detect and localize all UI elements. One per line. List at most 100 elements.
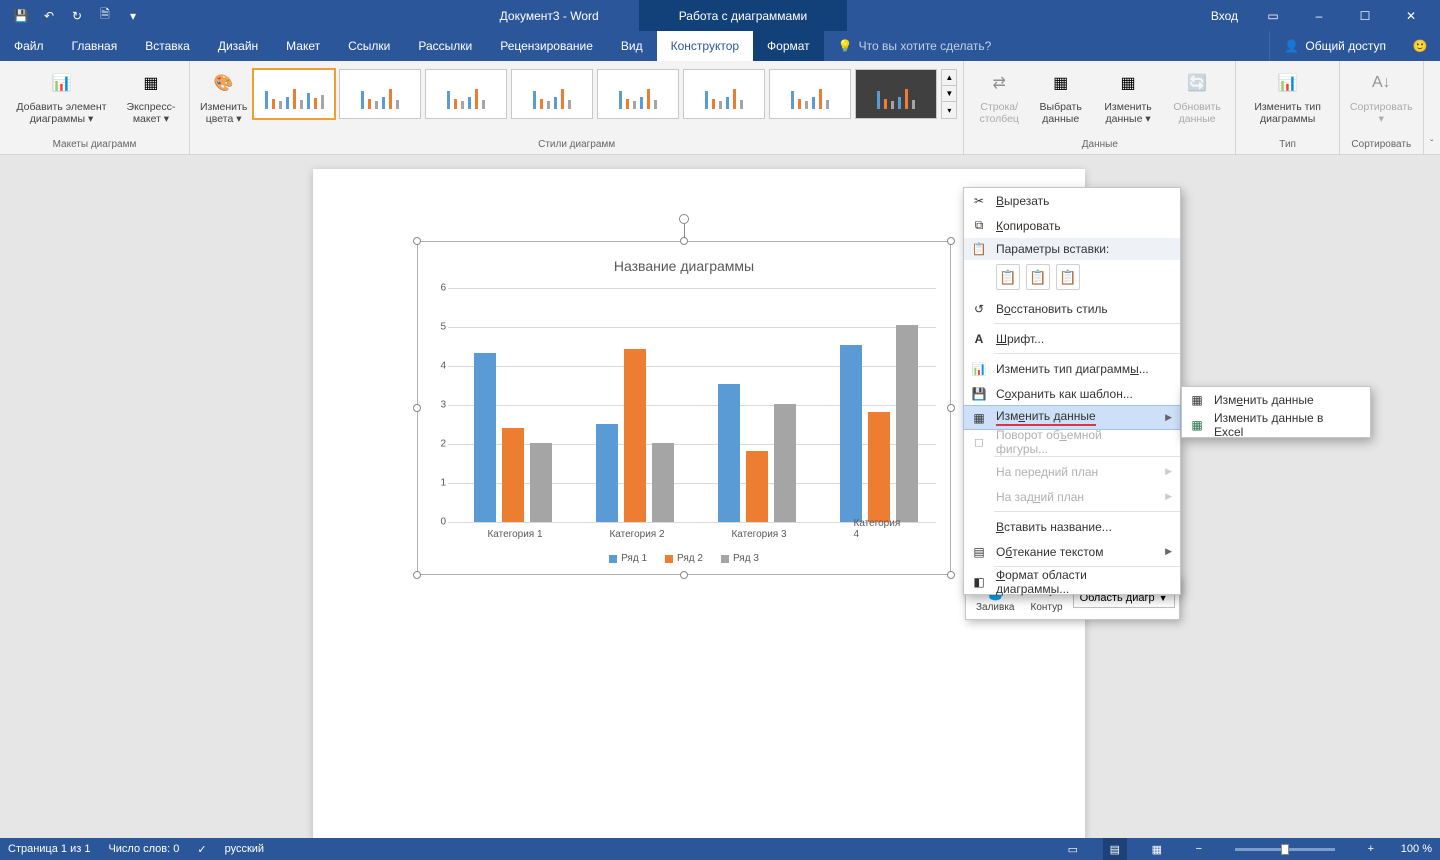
ctx-copy[interactable]: ⧉Копировать [964,213,1180,238]
chart-style-5[interactable] [597,69,679,119]
tab-constructor[interactable]: Конструктор [657,31,753,61]
legend-item[interactable]: Ряд 3 [721,553,759,564]
swap-row-column-button[interactable]: ⇄ Строка/столбец [970,65,1028,127]
maximize-icon[interactable]: ☐ [1344,0,1386,31]
change-colors-button[interactable]: 🎨 Изменить цвета ▾ [196,65,251,127]
bar[interactable] [530,443,552,522]
tab-home[interactable]: Главная [58,31,132,61]
bar[interactable] [596,424,618,522]
save-icon[interactable]: 💾 [8,4,34,28]
tab-format[interactable]: Формат [753,31,824,61]
category-group[interactable] [474,353,552,522]
bar[interactable] [474,353,496,522]
bar[interactable] [624,349,646,522]
ctx-font[interactable]: AШрифт... [964,326,1180,351]
chart-style-4[interactable] [511,69,593,119]
minimize-icon[interactable]: – [1298,0,1340,31]
tab-layout[interactable]: Макет [272,31,334,61]
rotation-handle[interactable] [679,214,689,224]
bar[interactable] [652,443,674,522]
zoom-slider[interactable] [1235,848,1335,851]
read-mode-icon[interactable]: ▭ [1061,838,1085,860]
paste-option-1[interactable]: 📋 [996,264,1020,290]
tab-view[interactable]: Вид [607,31,657,61]
redo-icon[interactable]: ↻ [64,4,90,28]
refresh-data-button[interactable]: 🔄 Обновить данные [1165,65,1229,127]
chart-style-2[interactable] [339,69,421,119]
change-chart-type-button[interactable]: 📊 Изменить тип диаграммы [1242,65,1333,127]
chart-style-3[interactable] [425,69,507,119]
resize-handle-tr[interactable] [947,237,955,245]
category-group[interactable] [840,325,918,522]
chart-title[interactable]: Название диаграммы [418,242,950,282]
legend-item[interactable]: Ряд 1 [609,553,647,564]
chart-style-8[interactable] [855,69,937,119]
category-group[interactable] [718,384,796,522]
tab-file[interactable]: Файл [0,31,58,61]
resize-handle-bl[interactable] [413,571,421,579]
tab-mailings[interactable]: Рассылки [404,31,486,61]
zoom-thumb[interactable] [1281,844,1289,855]
bars-area[interactable]: Категория 1Категория 2Категория 3Категор… [448,288,936,522]
tell-me-search[interactable]: 💡 Что вы хотите сделать? [824,31,1270,61]
resize-handle-tl[interactable] [413,237,421,245]
resize-handle-b[interactable] [680,571,688,579]
resize-handle-r[interactable] [947,404,955,412]
paste-option-3[interactable]: 📋 [1056,264,1080,290]
chart-legend[interactable]: Ряд 1 Ряд 2 Ряд 3 [418,553,950,564]
sort-button[interactable]: A↓ Сортировать ▾ [1346,65,1417,127]
word-count[interactable]: Число слов: 0 [108,843,179,855]
tab-design[interactable]: Дизайн [204,31,272,61]
styles-scroll-down[interactable]: ▼ [942,86,956,102]
page-status[interactable]: Страница 1 из 1 [8,843,90,855]
close-icon[interactable]: ✕ [1390,0,1432,31]
ribbon-display-icon[interactable]: ▭ [1252,0,1294,31]
web-layout-icon[interactable]: ▦ [1145,838,1169,860]
select-data-button[interactable]: ▦ Выбрать данные [1030,65,1091,127]
chart-style-1[interactable] [253,69,335,119]
ctx-reset-style[interactable]: ↺Восстановить стиль [964,296,1180,321]
plot-area[interactable]: 0123456 Категория 1Категория 2Категория … [448,288,936,522]
zoom-out-icon[interactable]: − [1187,838,1211,860]
bar[interactable] [896,325,918,522]
proofing-icon[interactable]: ✓ [197,843,206,856]
tab-insert[interactable]: Вставка [131,31,204,61]
bar[interactable] [774,404,796,522]
edit-data-button[interactable]: ▦ Изменить данные ▾ [1093,65,1163,127]
language-status[interactable]: русский [225,843,264,855]
express-layout-button[interactable]: ▦ Экспресс-макет ▾ [119,65,183,127]
ctx-cut[interactable]: ✂Вырезать [964,188,1180,213]
zoom-level[interactable]: 100 % [1401,843,1432,855]
paste-option-2[interactable]: 📋 [1026,264,1050,290]
bar[interactable] [840,345,862,522]
ctx-change-chart-type[interactable]: 📊Изменить тип диаграммы... [964,356,1180,381]
ctx-save-template[interactable]: 💾Сохранить как шаблон... [964,381,1180,406]
submenu-edit-data-excel[interactable]: ▦Изменить данные в Excel [1182,412,1370,437]
add-chart-element-button[interactable]: 📊 Добавить элемент диаграммы ▾ [6,65,117,127]
print-layout-icon[interactable]: ▤ [1103,838,1127,860]
bar[interactable] [868,412,890,522]
ctx-format-chart-area[interactable]: ◧Формат области диаграммы... [964,569,1180,594]
chart-object[interactable]: Название диаграммы 0123456 Категория 1Ка… [417,241,951,575]
styles-expand[interactable]: ▾ [942,102,956,118]
chart-styles-gallery[interactable]: ▲ ▼ ▾ [253,65,957,119]
resize-handle-t[interactable] [680,237,688,245]
chart-style-6[interactable] [683,69,765,119]
login-button[interactable]: Вход [1201,9,1248,23]
qat-customize-icon[interactable]: ▾ [120,4,146,28]
feedback-icon[interactable]: 🙂 [1400,31,1440,61]
resize-handle-br[interactable] [947,571,955,579]
styles-scroll-up[interactable]: ▲ [942,70,956,86]
legend-item[interactable]: Ряд 2 [665,553,703,564]
chart-style-7[interactable] [769,69,851,119]
document-canvas[interactable]: Название диаграммы 0123456 Категория 1Ка… [0,155,1440,838]
ctx-text-wrap[interactable]: ▤Обтекание текстом▶ [964,539,1180,564]
ctx-insert-caption[interactable]: Вставить название... [964,514,1180,539]
undo-icon[interactable]: ↶ [36,4,62,28]
zoom-in-icon[interactable]: + [1359,838,1383,860]
tab-review[interactable]: Рецензирование [486,31,607,61]
ctx-edit-data[interactable]: ▦Изменить данные▶ [963,405,1181,430]
bar[interactable] [502,428,524,522]
bar[interactable] [746,451,768,522]
collapse-ribbon-icon[interactable]: ˇ [1424,61,1440,154]
